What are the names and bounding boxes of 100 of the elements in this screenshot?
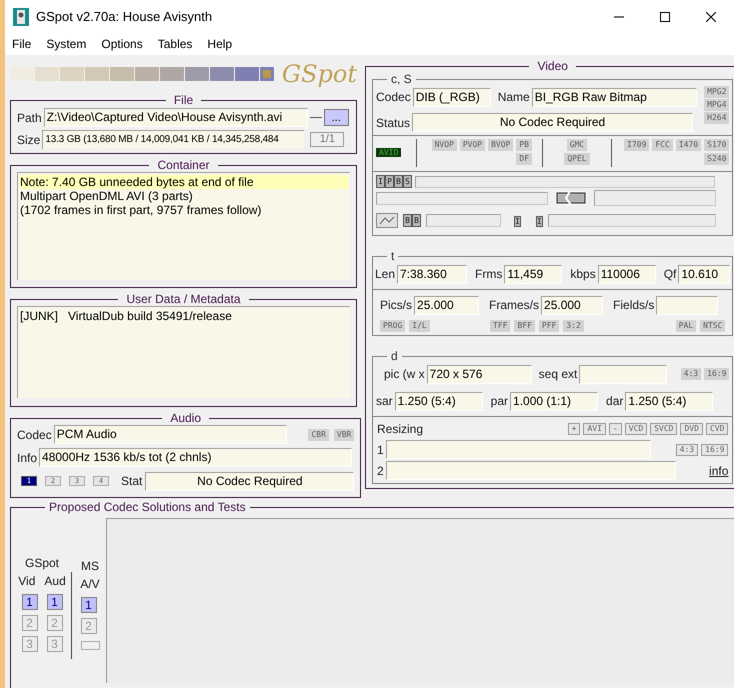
status-field: No Codec Required xyxy=(145,472,354,490)
field-label: Resizing xyxy=(377,421,424,438)
resize-button[interactable]: SVCD xyxy=(650,423,678,435)
flag-indicator: BFF xyxy=(514,320,535,332)
pics-field: 25.000 xyxy=(414,296,480,314)
gspot-logo: GSpot xyxy=(282,60,357,88)
field-label: A/V xyxy=(80,576,100,593)
flag-indicator: 4:3 xyxy=(680,368,702,380)
picture-size-field: 720 x 576 xyxy=(426,364,532,384)
window-title: GSpot v2.70a: House Avisynth xyxy=(36,8,212,26)
resize-button[interactable]: DVD xyxy=(680,423,703,435)
number-button[interactable]: 3 xyxy=(46,636,62,652)
aspect-button[interactable]: 4:3 xyxy=(676,444,698,456)
resize-button[interactable]: - xyxy=(608,423,622,435)
frame-type-glyph: B xyxy=(403,214,412,226)
browse-button[interactable]: ... xyxy=(324,109,349,126)
flag-indicator: AVID xyxy=(376,148,402,157)
container-line: (1702 frames in first part, 9757 frames follow) xyxy=(20,203,262,217)
field-label: kbps xyxy=(570,267,596,281)
codec-name-field: BI_RGB Raw Bitmap xyxy=(532,88,697,106)
flag-indicator: H264 xyxy=(704,112,730,124)
flag-indicator: BVOP xyxy=(488,139,514,151)
field-label: Len xyxy=(375,266,396,283)
group-title: Proposed Codec Solutions and Tests xyxy=(48,500,247,514)
group-title: User Data / Metadata xyxy=(125,292,242,306)
flag-indicator: PAL xyxy=(676,320,696,332)
field-label: Path xyxy=(17,110,42,126)
flag-indicator: VBR xyxy=(334,428,354,440)
resize-button[interactable]: VCD xyxy=(624,423,648,435)
flag-indicator: I/L xyxy=(409,320,430,332)
codec-field: PCM Audio xyxy=(54,425,287,444)
field-label: Status xyxy=(376,114,410,132)
group-title: File xyxy=(172,93,194,107)
metadata-tag: [JUNK] xyxy=(20,309,68,323)
number-button[interactable]: 1 xyxy=(22,594,38,610)
field-label: Frms xyxy=(475,267,502,281)
resize-button[interactable]: AVI xyxy=(583,423,606,435)
menu-item[interactable]: Options xyxy=(101,35,143,53)
frames-field: 11,459 xyxy=(504,264,562,284)
field-label: Size xyxy=(17,132,40,148)
flag-indicator: I470 xyxy=(676,139,702,151)
status-field: No Codec Required xyxy=(412,113,694,132)
flag-indicator: PVOP xyxy=(460,139,486,151)
info-field: 48000Hz 1536 kb/s tot (2 chnls) xyxy=(39,448,352,467)
flag-indicator: TFF xyxy=(490,320,510,332)
number-button[interactable]: 2 xyxy=(80,618,96,634)
number-button[interactable]: 2 xyxy=(46,615,62,631)
group-title: Video xyxy=(536,59,569,73)
menu-item[interactable]: System xyxy=(46,35,86,53)
number-button[interactable]: 1 xyxy=(80,597,96,613)
frame-type-glyph: B xyxy=(412,214,421,226)
resize-button[interactable]: + xyxy=(568,423,580,435)
flag-indicator: I709 xyxy=(624,139,650,151)
field-label: Codec xyxy=(376,89,411,106)
frame-type-glyph: B xyxy=(394,175,403,188)
dar-field: 1.250 (5:4) xyxy=(625,392,714,410)
resize-button[interactable]: CVD xyxy=(706,423,728,435)
menu-item[interactable]: Tables xyxy=(158,35,192,53)
group-title: d xyxy=(390,350,399,362)
flag-indicator: PB xyxy=(516,139,532,151)
swap-icon xyxy=(556,190,586,206)
flag-indicator: QPEL xyxy=(564,153,590,165)
bitrate-field: 110006 xyxy=(598,264,656,284)
size-field: 13.3 GB (13,680 MB / 14,009,041 KB / 14,345,258,484 xyxy=(42,130,304,149)
flag-indicator: FCC xyxy=(652,139,673,151)
field-label: 2 xyxy=(377,462,384,480)
flag-indicator: CBR xyxy=(308,428,329,440)
field-label: Codec xyxy=(17,426,52,444)
menu-item[interactable]: Help xyxy=(207,35,232,53)
flag-indicator: DF xyxy=(516,153,532,165)
number-button[interactable]: 3 xyxy=(22,636,38,652)
field-label: Aud xyxy=(44,573,66,590)
frame-type-glyph: P xyxy=(385,175,394,188)
menu-item[interactable]: File xyxy=(12,35,32,53)
field-label: Name xyxy=(498,90,530,104)
frame-type-glyph: I xyxy=(376,175,385,188)
group-title: t xyxy=(390,250,396,262)
flag-indicator: S170 xyxy=(704,139,730,151)
number-button[interactable]: 2 xyxy=(22,615,38,631)
flag-indicator: PROG xyxy=(380,320,406,332)
flag-indicator: GMC xyxy=(566,139,588,151)
group-title: c, S xyxy=(390,73,413,85)
chart-icon[interactable] xyxy=(376,212,398,228)
field-label: Frames/s xyxy=(489,298,540,312)
field-label: Info xyxy=(17,450,38,466)
flag-indicator: PFF xyxy=(538,320,560,332)
info-link[interactable]: info xyxy=(709,462,728,480)
framerate-field: 25.000 xyxy=(541,296,604,314)
quality-field: 10.610 xyxy=(678,264,730,284)
number-button[interactable]: 1 xyxy=(46,594,62,610)
flag-indicator: 3:2 xyxy=(563,320,584,332)
part-counter: 1/1 xyxy=(310,132,344,147)
field-label: seq ext xyxy=(538,367,578,381)
fields-field xyxy=(656,296,718,314)
field-label: GSpot xyxy=(24,555,60,572)
field-label: MS xyxy=(81,558,99,575)
aspect-button[interactable]: 16:9 xyxy=(701,444,728,456)
par-field: 1.000 (1:1) xyxy=(510,392,598,410)
metadata-value: VirtualDub build 35491/release xyxy=(68,309,232,323)
flag-indicator: MPG4 xyxy=(704,99,730,111)
